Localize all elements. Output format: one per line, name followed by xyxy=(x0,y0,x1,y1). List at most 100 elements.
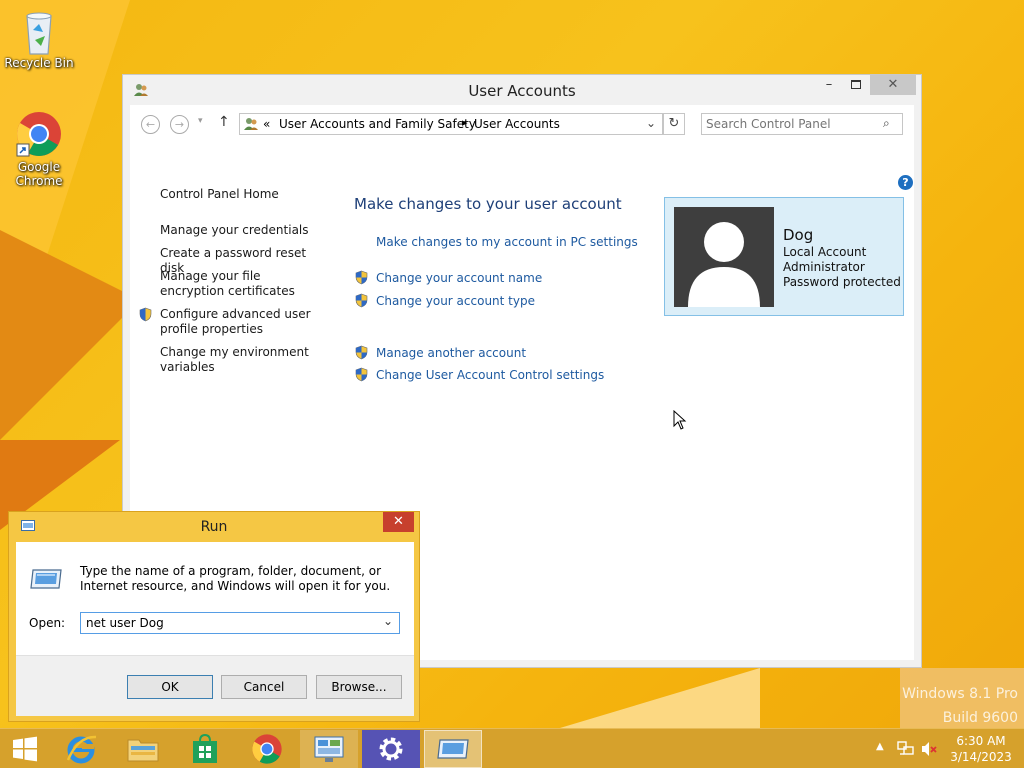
address-bar[interactable]: « User Accounts and Family Safety ▸ User… xyxy=(239,113,663,135)
open-input[interactable]: net user Dog xyxy=(86,616,164,630)
account-status: Password protected xyxy=(783,275,901,289)
open-label: Open: xyxy=(29,616,66,630)
breadcrumb-overflow[interactable]: « xyxy=(263,117,270,131)
recycle-bin-icon xyxy=(15,6,63,55)
forward-button[interactable]: → xyxy=(170,115,189,134)
recycle-bin-label: Recycle Bin xyxy=(4,56,74,70)
close-icon: ✕ xyxy=(887,77,899,92)
close-button[interactable]: ✕ xyxy=(870,75,916,95)
browse-button[interactable]: Browse... xyxy=(316,675,402,699)
windows-logo-icon xyxy=(13,736,37,762)
chevron-down-icon: ▾ xyxy=(198,116,203,126)
shield-icon xyxy=(139,307,152,322)
user-accounts-titlebar[interactable]: User Accounts – ✕ xyxy=(123,75,921,105)
store-icon xyxy=(193,733,217,763)
show-hidden-icons-button[interactable]: ▲ xyxy=(876,741,884,752)
taskbar-file-explorer[interactable] xyxy=(114,730,172,768)
nav-file-encryption[interactable]: Manage your file encryption certificates xyxy=(160,269,320,299)
run-title: Run xyxy=(200,519,228,535)
up-button[interactable]: ↑ xyxy=(218,114,230,130)
wallpaper-shape xyxy=(0,230,140,440)
nav-control-panel-home[interactable]: Control Panel Home xyxy=(160,187,320,202)
refresh-button[interactable]: ↻ xyxy=(663,113,685,135)
account-type: Local Account xyxy=(783,245,867,259)
taskbar-store[interactable] xyxy=(176,730,234,768)
avatar xyxy=(674,207,774,307)
clock[interactable]: 6:30 AM 3/14/2023 xyxy=(946,733,1016,765)
user-silhouette-icon xyxy=(688,222,760,307)
shield-icon xyxy=(355,293,368,308)
account-name: Dog xyxy=(783,226,814,244)
clock-date: 3/14/2023 xyxy=(950,750,1012,764)
breadcrumb-item[interactable]: User Accounts xyxy=(474,117,560,131)
windows-watermark-build: Build 9600 xyxy=(942,710,1018,726)
shield-icon xyxy=(355,345,368,360)
page-title: Make changes to your user account xyxy=(354,195,622,213)
taskbar-run[interactable] xyxy=(424,730,482,768)
clock-time: 6:30 AM xyxy=(956,734,1006,748)
taskbar-settings[interactable] xyxy=(362,730,420,768)
nav-environment-variables[interactable]: Change my environment variables xyxy=(160,345,320,375)
pc-settings-link[interactable]: Make changes to my account in PC setting… xyxy=(376,235,638,249)
address-dropdown-icon[interactable]: ⌄ xyxy=(646,116,656,130)
maximize-button[interactable] xyxy=(843,75,869,95)
minimize-button[interactable]: – xyxy=(816,75,842,95)
run-description: Type the name of a program, folder, docu… xyxy=(80,564,391,593)
run-program-icon xyxy=(437,739,469,759)
taskbar-internet-explorer[interactable] xyxy=(52,730,110,768)
run-close-button[interactable]: ✕ xyxy=(383,512,414,532)
internet-explorer-icon xyxy=(66,735,97,764)
taskbar-chrome[interactable] xyxy=(238,730,296,768)
recent-pages-button[interactable]: ▾ xyxy=(198,116,203,126)
gear-icon xyxy=(379,737,403,761)
volume-muted-icon[interactable] xyxy=(920,740,938,758)
ok-button[interactable]: OK xyxy=(127,675,213,699)
network-icon[interactable] xyxy=(897,740,915,758)
breadcrumb-item[interactable]: User Accounts and Family Safety xyxy=(279,117,476,131)
google-chrome-shortcut[interactable]: Google Chrome xyxy=(1,110,77,188)
taskbar: ▲ 6:30 AM 3/14/2023 xyxy=(0,728,1024,768)
shield-icon xyxy=(355,270,368,285)
close-icon: ✕ xyxy=(393,514,404,529)
taskbar-control-panel[interactable] xyxy=(300,730,358,768)
manage-another-account-link[interactable]: Manage another account xyxy=(376,346,526,360)
run-body: Type the name of a program, folder, docu… xyxy=(16,542,414,716)
chevron-down-icon[interactable]: ⌄ xyxy=(383,614,393,628)
arrow-up-icon: ↑ xyxy=(218,114,230,130)
cancel-button[interactable]: Cancel xyxy=(221,675,307,699)
shield-icon xyxy=(355,367,368,382)
run-program-icon xyxy=(29,568,63,595)
nav-manage-credentials[interactable]: Manage your credentials xyxy=(160,223,320,238)
run-dialog[interactable]: Run ✕ Type the name of a program, folder… xyxy=(8,511,420,722)
search-input[interactable] xyxy=(706,116,876,132)
breadcrumb-separator-icon: ▸ xyxy=(462,116,468,129)
uac-settings-link[interactable]: Change User Account Control settings xyxy=(376,368,604,382)
chevron-up-icon: ▲ xyxy=(876,741,884,752)
minimize-icon: – xyxy=(825,77,833,92)
back-button[interactable]: ← xyxy=(141,115,160,134)
change-account-type-link[interactable]: Change your account type xyxy=(376,294,535,308)
users-icon xyxy=(243,116,259,135)
search-icon: ⌕ xyxy=(883,116,890,130)
recycle-bin-shortcut[interactable]: Recycle Bin xyxy=(1,6,77,70)
run-button-bar: OK Cancel Browse... xyxy=(16,655,414,716)
folder-icon xyxy=(127,739,159,762)
start-button[interactable] xyxy=(0,730,50,768)
arrow-left-icon: ← xyxy=(145,118,156,131)
windows-watermark-edition: Windows 8.1 Pro xyxy=(902,686,1018,702)
chrome-label: Google Chrome xyxy=(15,160,63,188)
account-panel: Dog Local Account Administrator Password… xyxy=(664,197,904,316)
account-role: Administrator xyxy=(783,260,865,274)
chrome-icon xyxy=(252,734,282,764)
help-icon: ? xyxy=(902,176,909,189)
maximize-icon xyxy=(851,80,861,89)
mouse-cursor-icon xyxy=(673,410,687,430)
open-combobox[interactable]: net user Dog ⌄ xyxy=(80,612,400,634)
window-title: User Accounts xyxy=(468,82,576,100)
nav-advanced-profile[interactable]: Configure advanced user profile properti… xyxy=(160,307,320,337)
help-button[interactable]: ? xyxy=(898,175,913,190)
refresh-icon: ↻ xyxy=(668,116,680,131)
change-account-name-link[interactable]: Change your account name xyxy=(376,271,542,285)
search-box[interactable]: ⌕ xyxy=(701,113,903,135)
run-titlebar[interactable]: Run ✕ xyxy=(9,512,419,542)
